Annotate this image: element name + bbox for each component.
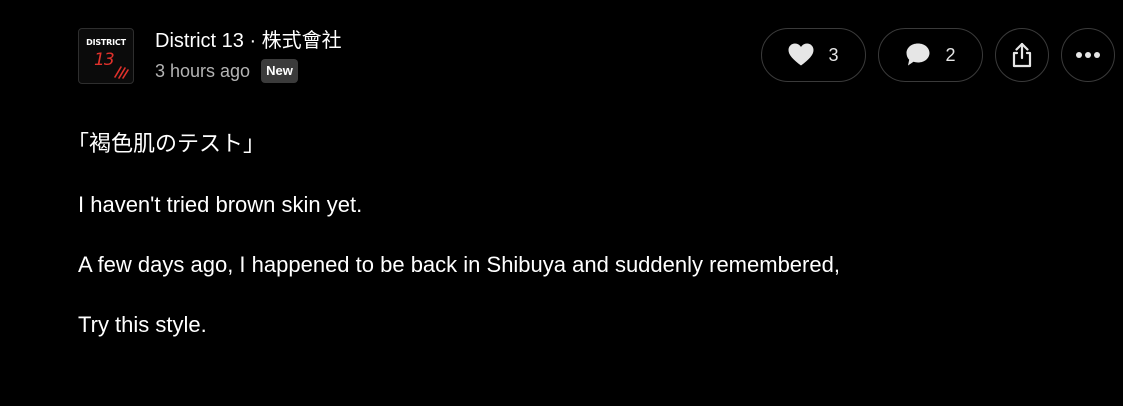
comment-button[interactable]: 2 (878, 28, 983, 82)
ellipsis-icon (1076, 52, 1100, 58)
share-button[interactable] (995, 28, 1049, 82)
speech-bubble-icon (906, 43, 930, 66)
comment-count: 2 (945, 44, 956, 65)
post-title-line: ｢褐色肌のテスト｣ (78, 132, 255, 157)
post-paragraph: Try this style. (78, 312, 207, 337)
avatar-logo-text: DISTRICT (86, 38, 126, 47)
new-badge: New (261, 59, 298, 83)
post-body: ｢褐色肌のテスト｣ I haven't tried brown skin yet… (78, 128, 1058, 368)
avatar-logo-number: 13 (94, 50, 115, 70)
post-meta: 3 hours ago New (155, 59, 298, 83)
post-paragraph: A few days ago, I happened to be back in… (78, 252, 840, 277)
share-icon (1012, 42, 1032, 68)
post-timestamp[interactable]: 3 hours ago (155, 61, 250, 82)
author-name[interactable]: District 13 · 株式會社 (155, 29, 342, 53)
author-avatar[interactable]: DISTRICT 13 (78, 28, 134, 84)
like-count: 3 (828, 44, 839, 65)
post-actions: 3 2 (761, 28, 1115, 82)
more-options-button[interactable] (1061, 28, 1115, 82)
post-paragraph: I haven't tried brown skin yet. (78, 192, 363, 217)
like-button[interactable]: 3 (761, 28, 866, 82)
heart-icon (788, 43, 814, 66)
claw-mark-icon (114, 66, 129, 79)
